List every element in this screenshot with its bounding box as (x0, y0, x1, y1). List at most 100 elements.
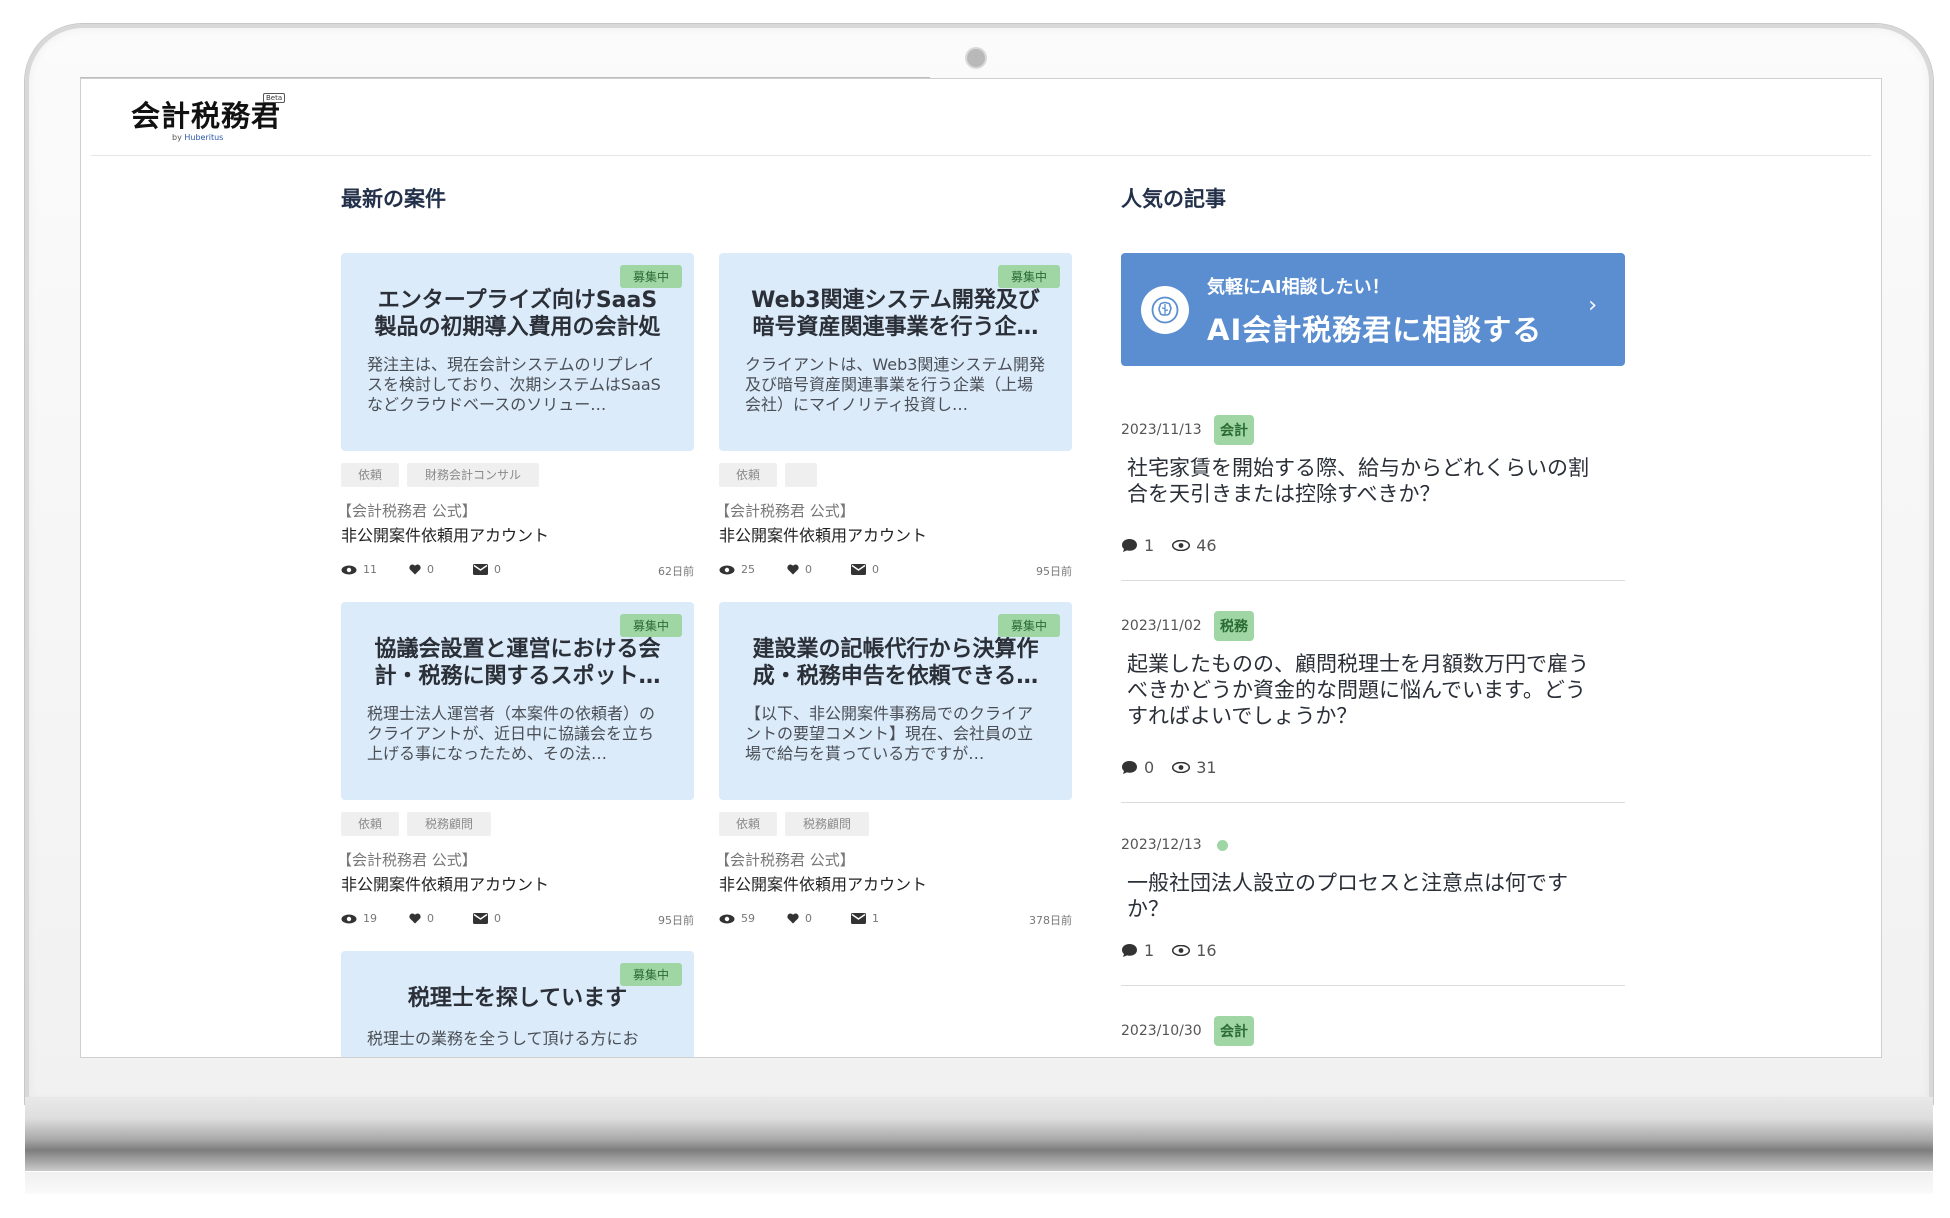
comment-icon (1122, 539, 1137, 552)
heart-icon (787, 913, 799, 924)
view-count: 59 (741, 912, 755, 925)
comment-count: 1 (1144, 536, 1155, 555)
heart-icon (409, 913, 421, 924)
article-date: 2023/11/02 (1121, 618, 1202, 634)
message-count: 0 (872, 563, 879, 576)
article-date: 2023/11/13 (1121, 422, 1202, 438)
like-count: 0 (805, 912, 812, 925)
author-name[interactable]: 非公開案件依頼用アカウント (719, 871, 927, 895)
heart-icon (787, 564, 799, 575)
case-card[interactable]: 募集中 税理士を探しています 税理士の業務を全うして頂ける方にお (341, 951, 694, 1057)
heart-icon (409, 564, 421, 575)
case-description: 【以下、非公開案件事務局でのクライアントの要望コメント】現在、会社員の立場で給与… (745, 704, 1034, 763)
case-card[interactable]: 募集中 協議会設置と運営における会計・税務に関するスポット… 税理士法人運営者（… (341, 602, 694, 800)
case-title: エンタープライズ向けSaaS製品の初期導入費用の会計処理 (374, 288, 661, 340)
case-title: Web3関連システム開発及び暗号資産関連事業を行う企… (751, 288, 1040, 340)
brain-icon (1141, 286, 1189, 334)
latest-cases-title: 最新の案件 (341, 187, 446, 211)
author-org: 【会計税務君 公式】 (337, 502, 477, 520)
case-card[interactable]: 募集中 Web3関連システム開発及び暗号資産関連事業を行う企… クライアントは、… (719, 253, 1072, 451)
mail-icon (851, 913, 866, 924)
posted-age: 95日前 (658, 914, 694, 927)
case-stats: 25 0 0 95日前 (719, 563, 1072, 581)
divider (1121, 985, 1625, 986)
like-count: 0 (427, 563, 434, 576)
like-count: 0 (427, 912, 434, 925)
ai-consult-button[interactable]: 気軽にAI相談したい！ AI会計税務君に相談する › (1121, 253, 1625, 366)
tag[interactable]: 依頼 (719, 463, 777, 487)
chevron-right-icon: › (1588, 293, 1597, 318)
case-stats: 11 0 0 62日前 (341, 563, 694, 581)
view-count: 11 (363, 563, 377, 576)
laptop-base (25, 1119, 1933, 1171)
eye-icon (341, 914, 357, 923)
case-tags: 依頼 (719, 463, 817, 487)
message-count: 0 (494, 912, 501, 925)
status-dot (1217, 840, 1228, 851)
view-count: 31 (1196, 758, 1217, 777)
logo-byline: by Huberitus (172, 133, 224, 142)
site-logo[interactable]: 会計税務君 Beta by Huberitus (131, 93, 286, 142)
view-count: 46 (1196, 536, 1217, 555)
posted-age: 95日前 (1036, 565, 1072, 578)
comment-count: 1 (1144, 941, 1155, 960)
tag[interactable]: 税務顧問 (785, 812, 869, 836)
article-title[interactable]: 起業したものの、顧問税理士を月額数万円で雇うべきかどうか資金的な問題に悩んでいま… (1127, 651, 1597, 729)
case-title: 協議会設置と運営における会計・税務に関するスポット… (374, 637, 661, 689)
logo-text: 会計税務君 (131, 99, 282, 133)
eye-icon (719, 914, 735, 923)
laptop-hinge (25, 1097, 1933, 1121)
recruiting-badge: 募集中 (997, 265, 1060, 288)
author-name[interactable]: 非公開案件依頼用アカウント (341, 522, 549, 546)
eye-icon (719, 565, 735, 574)
divider (1121, 580, 1625, 581)
message-count: 0 (494, 563, 501, 576)
case-description: クライアントは、Web3関連システム開発及び暗号資産関連事業を行う企業（上場会社… (745, 355, 1045, 414)
article-title[interactable]: 社宅家賃を開始する際、給与からどれくらいの割合を天引きまたは控除すべきか？ (1127, 455, 1597, 507)
case-description: 税理士法人運営者（本案件の依頼者）のクライアントが、近日中に協議会を立ち上げる事… (367, 704, 656, 763)
recruiting-badge: 募集中 (619, 265, 682, 288)
article-stats: 0 31 (1121, 758, 1217, 777)
article-date: 2023/12/13 (1121, 837, 1202, 853)
webcam-icon (965, 47, 987, 69)
case-stats: 19 0 0 95日前 (341, 912, 694, 930)
case-card[interactable]: 募集中 エンタープライズ向けSaaS製品の初期導入費用の会計処理 発注主は、現在… (341, 253, 694, 451)
article-title[interactable]: 一般社団法人設立のプロセスと注意点は何ですか？ (1127, 870, 1597, 922)
case-stats: 59 0 1 378日前 (719, 912, 1072, 930)
tag[interactable] (785, 463, 817, 487)
recruiting-badge: 募集中 (619, 614, 682, 637)
author-name[interactable]: 非公開案件依頼用アカウント (719, 522, 927, 546)
view-count: 19 (363, 912, 377, 925)
tag[interactable]: 財務会計コンサル (407, 463, 539, 487)
tag[interactable]: 税務顧問 (407, 812, 491, 836)
case-card[interactable]: 募集中 建設業の記帳代行から決算作成・税務申告を依頼できる… 【以下、非公開案件… (719, 602, 1072, 800)
case-title: 建設業の記帳代行から決算作成・税務申告を依頼できる… (752, 637, 1039, 689)
message-count: 1 (872, 912, 879, 925)
recruiting-badge: 募集中 (619, 963, 682, 986)
author-name[interactable]: 非公開案件依頼用アカウント (341, 871, 549, 895)
ai-banner-title: AI会計税務君に相談する (1207, 313, 1543, 347)
case-description: 税理士の業務を全うして頂ける方にお (367, 1029, 639, 1048)
comment-icon (1122, 761, 1137, 774)
eye-icon (1172, 945, 1191, 956)
beta-badge: Beta (263, 93, 286, 103)
mail-icon (851, 564, 866, 575)
laptop-base-foot (25, 1172, 1933, 1194)
category-badge[interactable]: 会計 (1214, 1016, 1254, 1046)
eye-icon (1172, 762, 1191, 773)
mail-icon (473, 564, 488, 575)
popular-articles-title: 人気の記事 (1121, 187, 1226, 211)
tag[interactable]: 依頼 (341, 812, 399, 836)
tag[interactable]: 依頼 (341, 463, 399, 487)
comment-count: 0 (1144, 758, 1155, 777)
category-badge[interactable]: 税務 (1214, 611, 1254, 641)
category-badge[interactable]: 会計 (1214, 415, 1254, 445)
tag[interactable]: 依頼 (719, 812, 777, 836)
posted-age: 62日前 (658, 565, 694, 578)
view-count: 25 (741, 563, 755, 576)
article-stats: 1 46 (1121, 536, 1217, 555)
author-org: 【会計税務君 公式】 (715, 502, 855, 520)
case-tags: 依頼 税務顧問 (341, 812, 491, 836)
recruiting-badge: 募集中 (997, 614, 1060, 637)
eye-icon (341, 565, 357, 574)
